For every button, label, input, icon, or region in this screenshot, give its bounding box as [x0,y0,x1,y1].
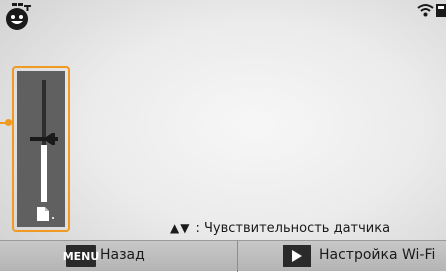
wifi-icon [417,4,434,17]
bottom-bar-divider [237,241,238,272]
menu-key-button[interactable]: MENU [63,245,99,267]
wifi-settings-label[interactable]: Настройка Wi-Fi [319,247,435,263]
back-label[interactable]: Назад [100,247,145,263]
sensitivity-hint: ▲▼ : Чувствительность датчика [170,219,390,237]
battery-icon [436,4,446,17]
camera-screen: ▲▼ : Чувствительность датчика MENU Назад… [0,0,446,272]
bottom-bar: MENU Назад Настройка Wi-Fi [0,240,446,272]
slider-handle[interactable] [30,132,62,146]
play-icon [292,250,302,262]
smart-face-icon [6,3,31,30]
sensitivity-hint-text: : Чувствительность датчика [195,220,391,236]
play-key-button[interactable] [283,245,311,267]
callout-dot [5,119,12,126]
slider-fill [41,144,47,202]
up-down-arrows-icon: ▲▼ [170,221,191,235]
document-icon [37,207,54,221]
